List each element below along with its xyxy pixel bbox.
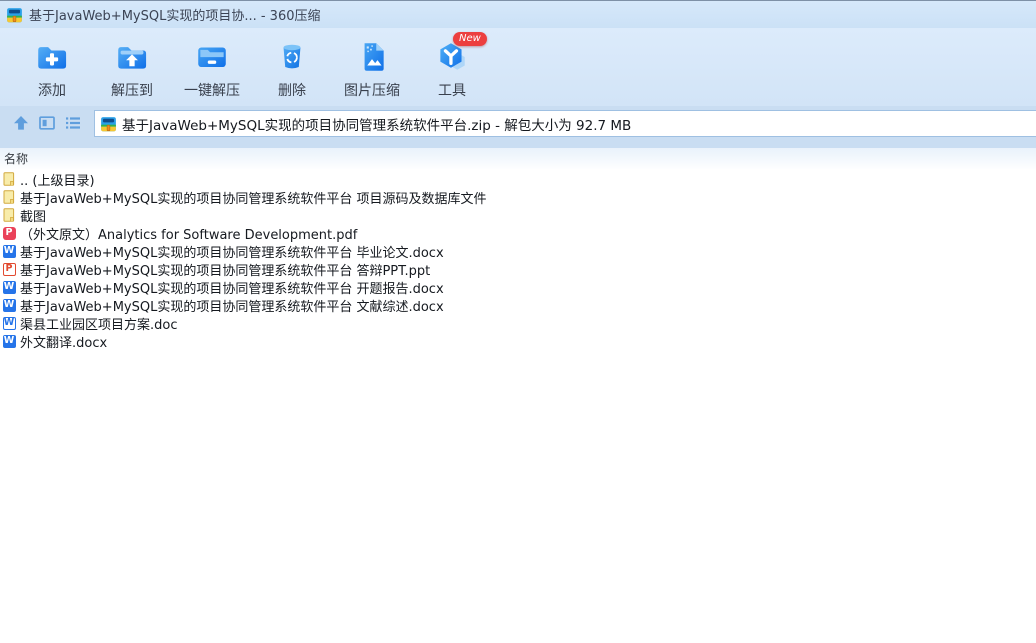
- file-name: 基于JavaWeb+MySQL实现的项目协同管理系统软件平台 毕业论文.docx: [20, 245, 444, 261]
- title-bar: 基于JavaWeb+MySQL实现的项目协... - 360压缩: [0, 1, 1036, 28]
- file-name: 渠县工业园区项目方案.doc: [20, 317, 178, 333]
- delete-button[interactable]: 删除: [257, 28, 327, 100]
- list-item[interactable]: 截图: [0, 206, 1036, 225]
- add-folder-icon: [38, 47, 67, 69]
- tools-label: 工具: [438, 83, 466, 99]
- new-badge: New: [453, 32, 487, 46]
- word-file-icon: W: [2, 334, 16, 348]
- file-name: 基于JavaWeb+MySQL实现的项目协同管理系统软件平台 答辩PPT.ppt: [20, 263, 431, 279]
- list-item[interactable]: P 基于JavaWeb+MySQL实现的项目协同管理系统软件平台 答辩PPT.p…: [0, 260, 1036, 279]
- folder-icon: [2, 190, 16, 204]
- view-mode-icon: [39, 116, 55, 130]
- word-file-icon: W: [2, 280, 16, 294]
- extract-to-label: 解压到: [111, 83, 153, 99]
- address-row: 基于JavaWeb+MySQL实现的项目协同管理系统软件平台.zip - 解包大…: [0, 106, 1036, 148]
- tools-button[interactable]: 工具 New: [417, 28, 487, 100]
- file-name: 外文翻译.docx: [20, 335, 108, 351]
- extract-to-icon: [118, 47, 147, 69]
- folder-icon: [2, 208, 16, 222]
- file-name: 截图: [20, 209, 47, 225]
- list-item[interactable]: W 外文翻译.docx: [0, 332, 1036, 351]
- list-item[interactable]: 基于JavaWeb+MySQL实现的项目协同管理系统软件平台 项目源码及数据库文…: [0, 188, 1036, 207]
- add-button[interactable]: 添加: [17, 28, 87, 100]
- delete-trash-icon: [283, 44, 301, 69]
- pdf-file-icon: P: [2, 226, 16, 240]
- list-view-icon: [66, 117, 80, 129]
- file-name: （外文原文）Analytics for Software Development…: [20, 227, 358, 243]
- list-item[interactable]: W 渠县工业园区项目方案.doc: [0, 314, 1036, 333]
- toolbar: 添加 解压到 一键解压 删除 图片压缩 工具 New: [0, 28, 1036, 106]
- ppt-file-icon: P: [2, 262, 16, 276]
- zip-archive-icon: [6, 7, 23, 23]
- image-compress-label: 图片压缩: [344, 83, 400, 99]
- file-name: .. (上级目录): [20, 173, 95, 189]
- column-header-label: 名称: [4, 152, 29, 166]
- word-file-icon: W: [2, 298, 16, 312]
- one-click-extract-label: 一键解压: [184, 83, 240, 99]
- delete-label: 删除: [278, 83, 306, 99]
- one-click-extract-icon: [198, 47, 226, 68]
- up-arrow-icon: [14, 116, 28, 130]
- list-item[interactable]: P （外文原文）Analytics for Software Developme…: [0, 224, 1036, 243]
- view-mode-button[interactable]: [34, 110, 60, 136]
- list-item-parent-dir[interactable]: .. (上级目录): [0, 170, 1036, 189]
- 360zip-window: 基于JavaWeb+MySQL实现的项目协... - 360压缩 添加 解压到: [0, 0, 1036, 643]
- file-name: 基于JavaWeb+MySQL实现的项目协同管理系统软件平台 文献综述.docx: [20, 299, 444, 315]
- column-header-name[interactable]: 名称: [0, 148, 1036, 169]
- extract-to-button[interactable]: 解压到: [97, 28, 167, 100]
- folder-icon: [2, 172, 16, 186]
- list-item[interactable]: W 基于JavaWeb+MySQL实现的项目协同管理系统软件平台 文献综述.do…: [0, 296, 1036, 315]
- word-file-icon: W: [2, 244, 16, 258]
- list-item[interactable]: W 基于JavaWeb+MySQL实现的项目协同管理系统软件平台 开题报告.do…: [0, 278, 1036, 297]
- up-directory-button[interactable]: [8, 110, 34, 136]
- file-name: 基于JavaWeb+MySQL实现的项目协同管理系统软件平台 开题报告.docx: [20, 281, 444, 297]
- address-bar[interactable]: 基于JavaWeb+MySQL实现的项目协同管理系统软件平台.zip - 解包大…: [94, 110, 1036, 137]
- image-compress-icon: [364, 43, 384, 71]
- file-list: .. (上级目录) 基于JavaWeb+MySQL实现的项目协同管理系统软件平台…: [0, 169, 1036, 643]
- image-compress-button[interactable]: 图片压缩: [337, 28, 407, 100]
- word-doc-file-icon: W: [2, 316, 16, 330]
- zip-archive-icon: [100, 116, 117, 132]
- list-view-button[interactable]: [60, 110, 86, 136]
- list-item[interactable]: W 基于JavaWeb+MySQL实现的项目协同管理系统软件平台 毕业论文.do…: [0, 242, 1036, 261]
- window-title: 基于JavaWeb+MySQL实现的项目协... - 360压缩: [29, 9, 321, 24]
- one-click-extract-button[interactable]: 一键解压: [177, 28, 247, 100]
- archive-path-text: 基于JavaWeb+MySQL实现的项目协同管理系统软件平台.zip - 解包大…: [122, 117, 632, 134]
- file-name: 基于JavaWeb+MySQL实现的项目协同管理系统软件平台 项目源码及数据库文…: [20, 191, 487, 207]
- add-label: 添加: [38, 83, 66, 99]
